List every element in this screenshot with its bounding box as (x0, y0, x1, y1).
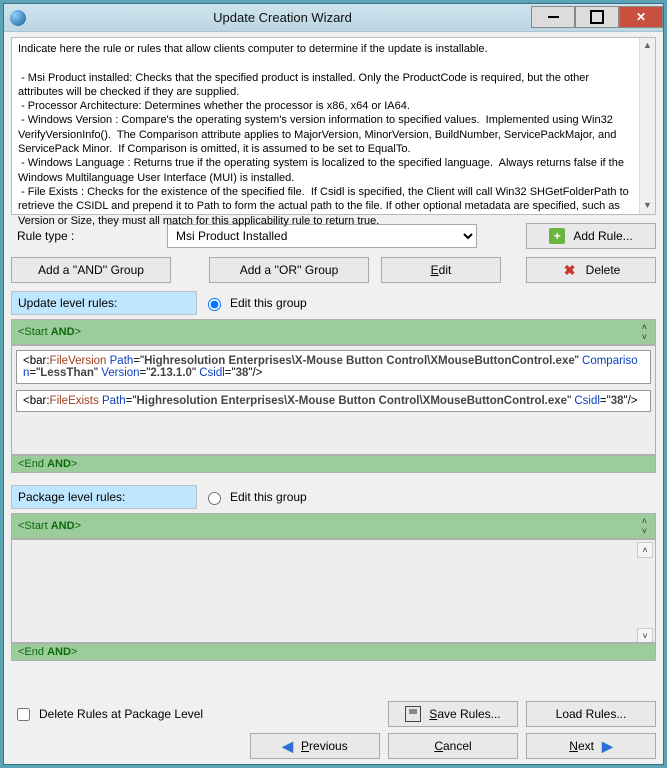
package-level-section-label: Package level rules: (11, 485, 197, 509)
package-start-bar: <Start AND> ˄ ˅ (11, 513, 656, 539)
close-button[interactable] (619, 6, 663, 28)
arrow-left-icon: ◀ (282, 738, 293, 755)
update-start-bar: <Start AND> ˄ ˅ (11, 319, 656, 345)
rule-fileversion-csidl: 38 (236, 367, 249, 379)
delete-button[interactable]: ✖ Delete (526, 257, 656, 283)
package-level-section-text: Package level rules: (18, 490, 125, 504)
next-button[interactable]: Next ▶ (526, 733, 656, 759)
description-scrollbar[interactable]: ▲ ▼ (639, 38, 655, 214)
add-and-label: Add a ''AND'' Group (38, 263, 144, 277)
update-level-section-text: Update level rules: (18, 296, 117, 310)
rule-item-fileexists[interactable]: <bar:FileExists Path="Highresolution Ent… (16, 390, 651, 412)
maximize-button[interactable] (575, 6, 619, 28)
save-icon (405, 706, 421, 722)
update-level-radio-row: Edit this group (197, 291, 313, 315)
collapse-up-icon[interactable]: ˄ (640, 516, 649, 526)
delete-rules-label: Delete Rules at Package Level (39, 707, 203, 721)
edit-this-group-radio-update[interactable] (208, 298, 221, 311)
delete-icon: ✖ (562, 262, 578, 278)
delete-label: Delete (586, 263, 621, 277)
edit-this-group-label-update: Edit this group (230, 296, 307, 310)
collapse-down-icon[interactable]: ˅ (640, 526, 649, 536)
package-end-bar: <End AND> (11, 643, 656, 661)
rule-type-label: Rule type : (11, 229, 161, 243)
titlebar: Update Creation Wizard (4, 4, 663, 32)
rule-fileexists-path: Highresolution Enterprises\X-Mouse Butto… (136, 395, 567, 407)
add-or-group-button[interactable]: Add a ''OR'' Group (209, 257, 369, 283)
plus-icon: + (549, 228, 565, 244)
rule-fileversion-path: Highresolution Enterprises\X-Mouse Butto… (144, 355, 575, 367)
load-rules-label: Load Rules... (556, 707, 627, 721)
delete-rules-checkbox-row[interactable]: Delete Rules at Package Level (11, 702, 205, 727)
update-level-section-label: Update level rules: (11, 291, 197, 315)
edit-button[interactable]: Edit (381, 257, 501, 283)
add-or-label: Add a ''OR'' Group (240, 263, 339, 277)
save-rules-button[interactable]: Save Rules... (388, 701, 518, 727)
edit-this-group-label-package: Edit this group (230, 490, 307, 504)
cancel-button[interactable]: Cancel (388, 733, 518, 759)
add-rule-label: Add Rule... (573, 229, 632, 243)
window-title: Update Creation Wizard (34, 10, 531, 25)
delete-rules-checkbox[interactable] (17, 708, 30, 721)
edit-label-rest: dit (439, 263, 452, 277)
package-level-radio-row: Edit this group (197, 485, 313, 509)
app-icon (10, 10, 26, 26)
wizard-window: Update Creation Wizard Indicate here the… (3, 3, 664, 765)
minimize-button[interactable] (531, 6, 575, 28)
update-rules-area[interactable]: <bar:FileVersion Path="Highresolution En… (11, 345, 656, 455)
rule-fileexists-csidl: 38 (611, 395, 624, 407)
edit-this-group-radio-package[interactable] (208, 492, 221, 505)
rule-fileversion-comparison: LessThan (40, 367, 94, 379)
arrow-right-icon: ▶ (602, 738, 613, 755)
rule-fileversion-version: 2.13.1.0 (150, 367, 192, 379)
collapse-up-icon[interactable]: ˄ (640, 322, 649, 332)
scroll-up-icon[interactable]: ▲ (640, 38, 655, 54)
scroll-down-icon[interactable]: ▼ (640, 198, 655, 214)
package-rules-area[interactable]: ˄ ˅ (11, 539, 656, 643)
rule-item-fileversion[interactable]: <bar:FileVersion Path="Highresolution En… (16, 350, 651, 384)
previous-button[interactable]: ◀ Previous (250, 733, 380, 759)
scroll-down-icon[interactable]: ˅ (637, 628, 653, 643)
update-end-bar: <End AND> (11, 455, 656, 473)
load-rules-button[interactable]: Load Rules... (526, 701, 656, 727)
collapse-down-icon[interactable]: ˅ (640, 332, 649, 342)
description-box: Indicate here the rule or rules that all… (11, 37, 656, 215)
add-and-group-button[interactable]: Add a ''AND'' Group (11, 257, 171, 283)
description-text: Indicate here the rule or rules that all… (18, 42, 649, 228)
scroll-up-icon[interactable]: ˄ (637, 542, 653, 558)
